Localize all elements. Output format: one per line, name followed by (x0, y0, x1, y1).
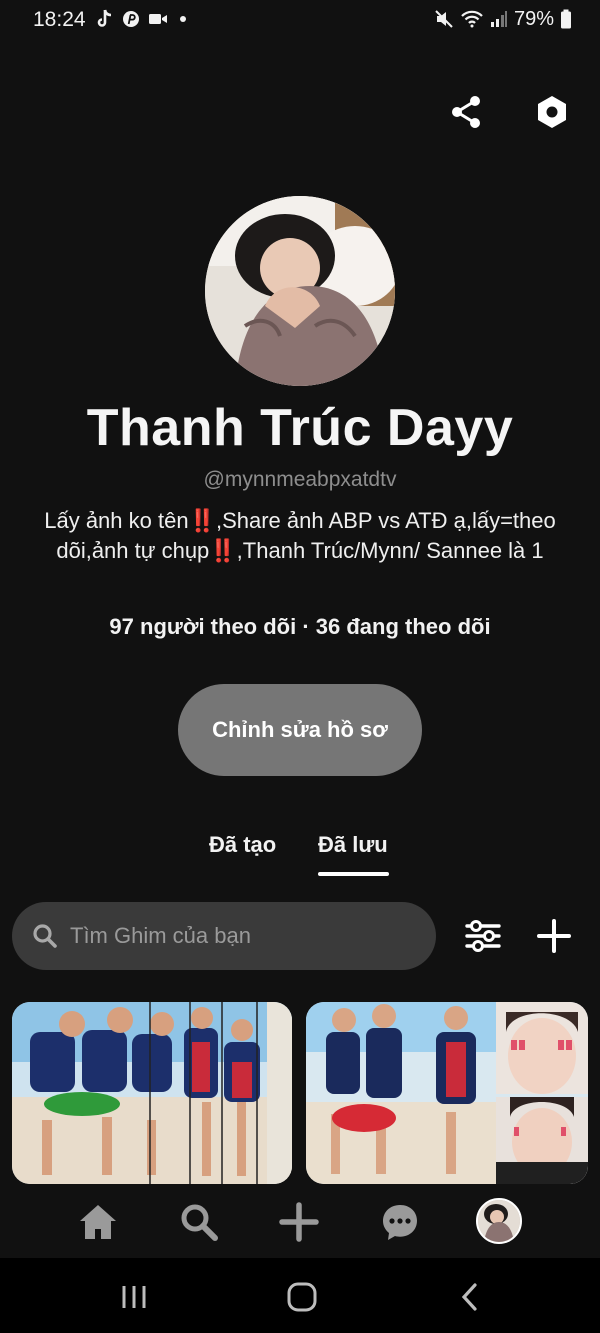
active-tab-indicator (318, 872, 389, 876)
status-time: 18:24 (33, 8, 86, 31)
status-bar: 18:24 79% (0, 0, 600, 40)
back-button[interactable] (450, 1280, 490, 1314)
settings-hex-icon (538, 96, 566, 128)
messages-icon (383, 1205, 417, 1240)
pin-card[interactable] (306, 1002, 588, 1184)
tab-saved[interactable]: Đã lưu (318, 832, 388, 858)
mute-icon (435, 10, 453, 28)
status-system-icons: 79% (434, 8, 572, 30)
filter-sliders-icon (465, 920, 501, 952)
battery-percentage: 79% (513, 7, 554, 30)
pin-image (12, 1002, 292, 1184)
search-icon (33, 924, 57, 948)
system-navigation-bar (0, 1258, 600, 1333)
recents-icon (122, 1286, 146, 1308)
follow-stats[interactable]: 97 người theo dõi · 36 đang theo dõi (0, 614, 600, 640)
filter-button[interactable] (464, 918, 502, 959)
pin-image (306, 1002, 588, 1184)
share-button[interactable] (448, 94, 484, 130)
profile-bio: Lấy ảnh ko tên‼️,Share ảnh ABP vs ATĐ ạ,… (44, 508, 556, 563)
search-placeholder: Tìm Ghim của bạn (70, 923, 251, 948)
create-icon (279, 1202, 319, 1242)
profile-name: Thanh Trúc Dayy (86, 399, 514, 457)
search-icon (181, 1204, 218, 1241)
home-circle-icon (287, 1282, 317, 1312)
system-home-button[interactable] (282, 1280, 322, 1314)
profile-avatar-thumb (478, 1200, 520, 1242)
video-icon (149, 14, 167, 24)
profile-avatar[interactable] (205, 196, 395, 386)
tab-created[interactable]: Đã tạo (209, 832, 276, 858)
edit-profile-button[interactable]: Chỉnh sửa hồ sơ (178, 684, 422, 776)
pinterest-icon (123, 11, 139, 27)
avatar-photo (205, 196, 395, 386)
pin-card[interactable] (12, 1002, 292, 1184)
status-notification-icons (96, 8, 190, 30)
nav-create[interactable] (277, 1200, 321, 1244)
home-icon (80, 1205, 116, 1239)
dot-icon (180, 16, 186, 22)
nav-messages[interactable] (378, 1200, 422, 1244)
recents-button[interactable] (114, 1280, 154, 1314)
nav-search[interactable] (177, 1200, 221, 1244)
plus-icon (537, 919, 571, 953)
share-icon (452, 96, 480, 128)
bottom-navigation (0, 1190, 600, 1256)
back-icon (461, 1283, 477, 1311)
signal-icon (490, 11, 507, 27)
tiktok-icon (97, 9, 112, 27)
settings-button[interactable] (534, 94, 570, 130)
add-pin-button[interactable] (536, 918, 572, 959)
wifi-icon (461, 10, 483, 28)
nav-profile-avatar[interactable] (476, 1198, 522, 1244)
profile-handle: @mynnmeabpxatdtv (203, 468, 397, 491)
battery-icon (561, 9, 571, 29)
nav-home[interactable] (76, 1200, 120, 1244)
search-input[interactable]: Tìm Ghim của bạn (12, 902, 436, 970)
profile-top-actions (448, 94, 570, 130)
